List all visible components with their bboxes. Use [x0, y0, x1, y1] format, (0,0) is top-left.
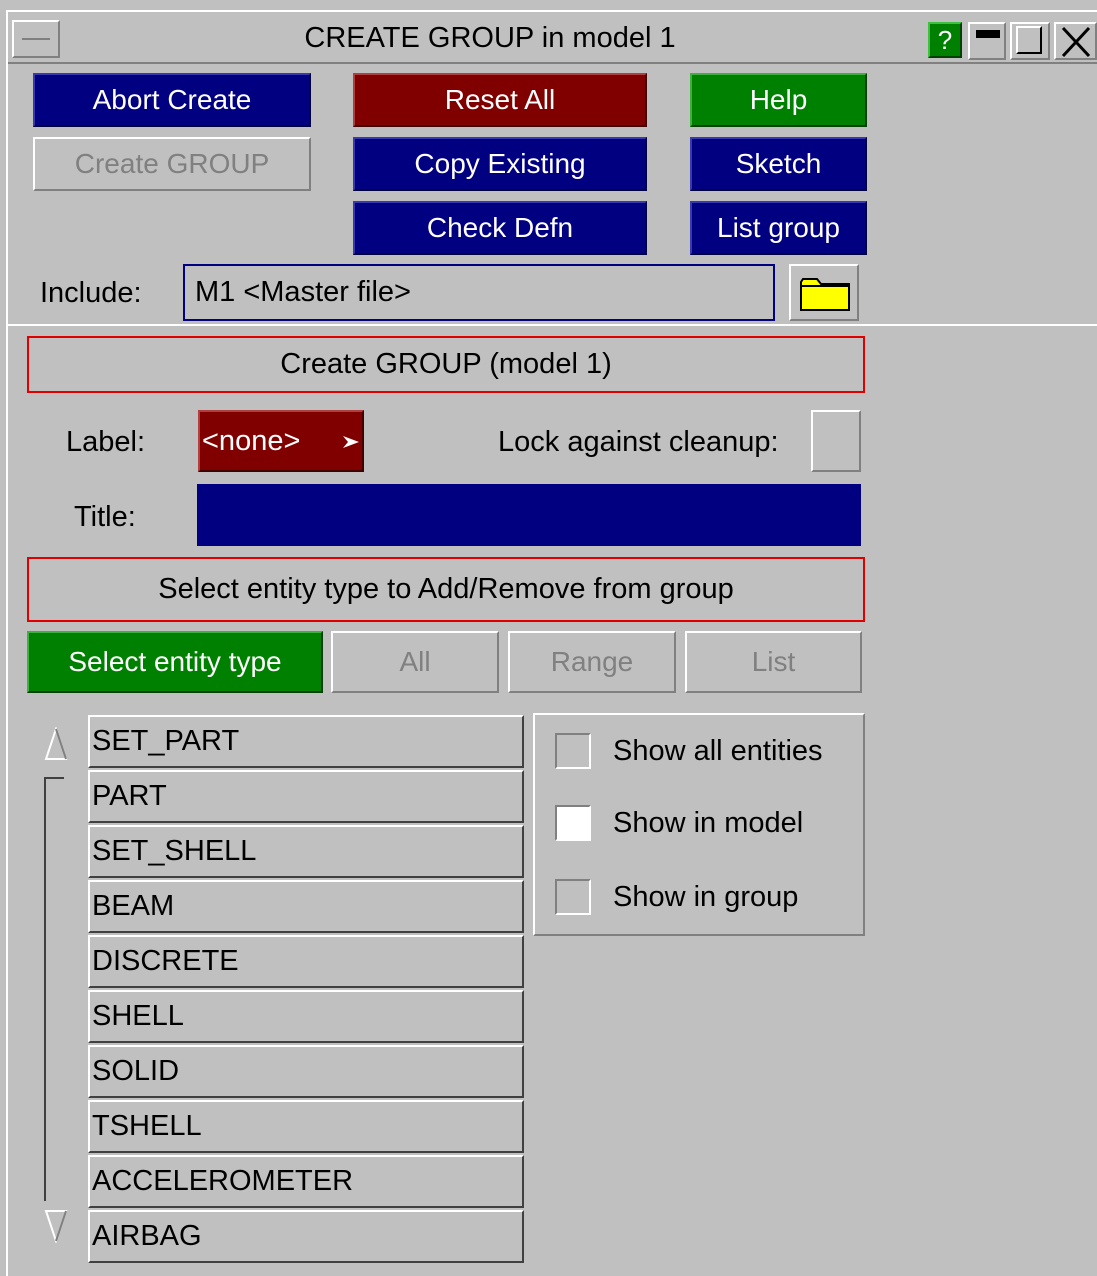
lock-caption: Lock against cleanup: [498, 425, 779, 458]
show-in-group-label: Show in group [613, 880, 799, 913]
check-defn-button[interactable]: Check Defn [353, 201, 647, 255]
dropdown-arrow-icon [343, 436, 359, 448]
label-selector[interactable]: <none> [198, 410, 364, 472]
entity-type-item[interactable]: PART [88, 770, 524, 823]
entity-type-item[interactable]: ACCELEROMETER [88, 1155, 524, 1208]
close-button[interactable] [1054, 22, 1097, 60]
entity-type-item[interactable]: AIRBAG [88, 1210, 524, 1263]
title-input[interactable] [197, 484, 861, 546]
title-caption: Title: [74, 500, 136, 533]
minimize-button[interactable] [968, 22, 1006, 60]
maximize-icon [1016, 26, 1042, 54]
copy-existing-button[interactable]: Copy Existing [353, 137, 647, 191]
entity-type-item[interactable]: BEAM [88, 880, 524, 933]
display-options-panel: Show all entities Show in model Show in … [533, 713, 865, 936]
sketch-button[interactable]: Sketch [690, 137, 867, 191]
show-in-model-checkbox[interactable] [555, 805, 591, 841]
entity-list-scrollbar[interactable] [30, 715, 82, 1265]
abort-create-button[interactable]: Abort Create [33, 73, 311, 127]
section-divider [8, 324, 1097, 326]
create-group-button[interactable]: Create GROUP [33, 137, 311, 191]
window-title: CREATE GROUP in model 1 [304, 21, 676, 54]
folder-icon [800, 278, 850, 311]
lock-against-cleanup-toggle[interactable] [811, 410, 861, 472]
entity-type-item[interactable]: SOLID [88, 1045, 524, 1098]
scroll-up-arrow-icon[interactable] [44, 727, 68, 761]
include-label: Include: [40, 276, 142, 309]
scrollbar-track[interactable] [44, 777, 46, 1201]
include-field[interactable]: M1 <Master file> [183, 264, 775, 321]
scroll-down-arrow-icon[interactable] [44, 1209, 68, 1243]
entity-type-item[interactable]: SHELL [88, 990, 524, 1043]
tab-all[interactable]: All [331, 631, 499, 693]
maximize-button[interactable] [1010, 22, 1050, 60]
close-icon [1061, 26, 1091, 58]
entity-type-item[interactable]: SET_PART [88, 715, 524, 768]
help-question-icon[interactable]: ? [928, 22, 962, 58]
include-browse-button[interactable] [789, 264, 859, 321]
entity-type-item[interactable]: DISCRETE [88, 935, 524, 988]
help-button[interactable]: Help [690, 73, 867, 127]
list-group-button[interactable]: List group [690, 201, 867, 255]
window-menu-button[interactable] [12, 20, 60, 58]
tab-range[interactable]: Range [508, 631, 676, 693]
tab-list[interactable]: List [685, 631, 862, 693]
entity-type-item[interactable]: SET_SHELL [88, 825, 524, 878]
show-in-model-label: Show in model [613, 806, 804, 839]
reset-all-button[interactable]: Reset All [353, 73, 647, 127]
tab-select-entity-type[interactable]: Select entity type [27, 631, 323, 693]
minimize-icon [976, 30, 1000, 38]
scrollbar-thumb[interactable] [46, 777, 64, 779]
label-caption: Label: [66, 425, 146, 458]
create-group-header: Create GROUP (model 1) [27, 336, 865, 393]
entity-section-header: Select entity type to Add/Remove from gr… [27, 557, 865, 622]
label-value: <none> [202, 424, 301, 457]
show-all-entities-label: Show all entities [613, 734, 823, 767]
entity-type-item[interactable]: TSHELL [88, 1100, 524, 1153]
show-all-entities-checkbox[interactable] [555, 733, 591, 769]
show-in-group-checkbox[interactable] [555, 879, 591, 915]
